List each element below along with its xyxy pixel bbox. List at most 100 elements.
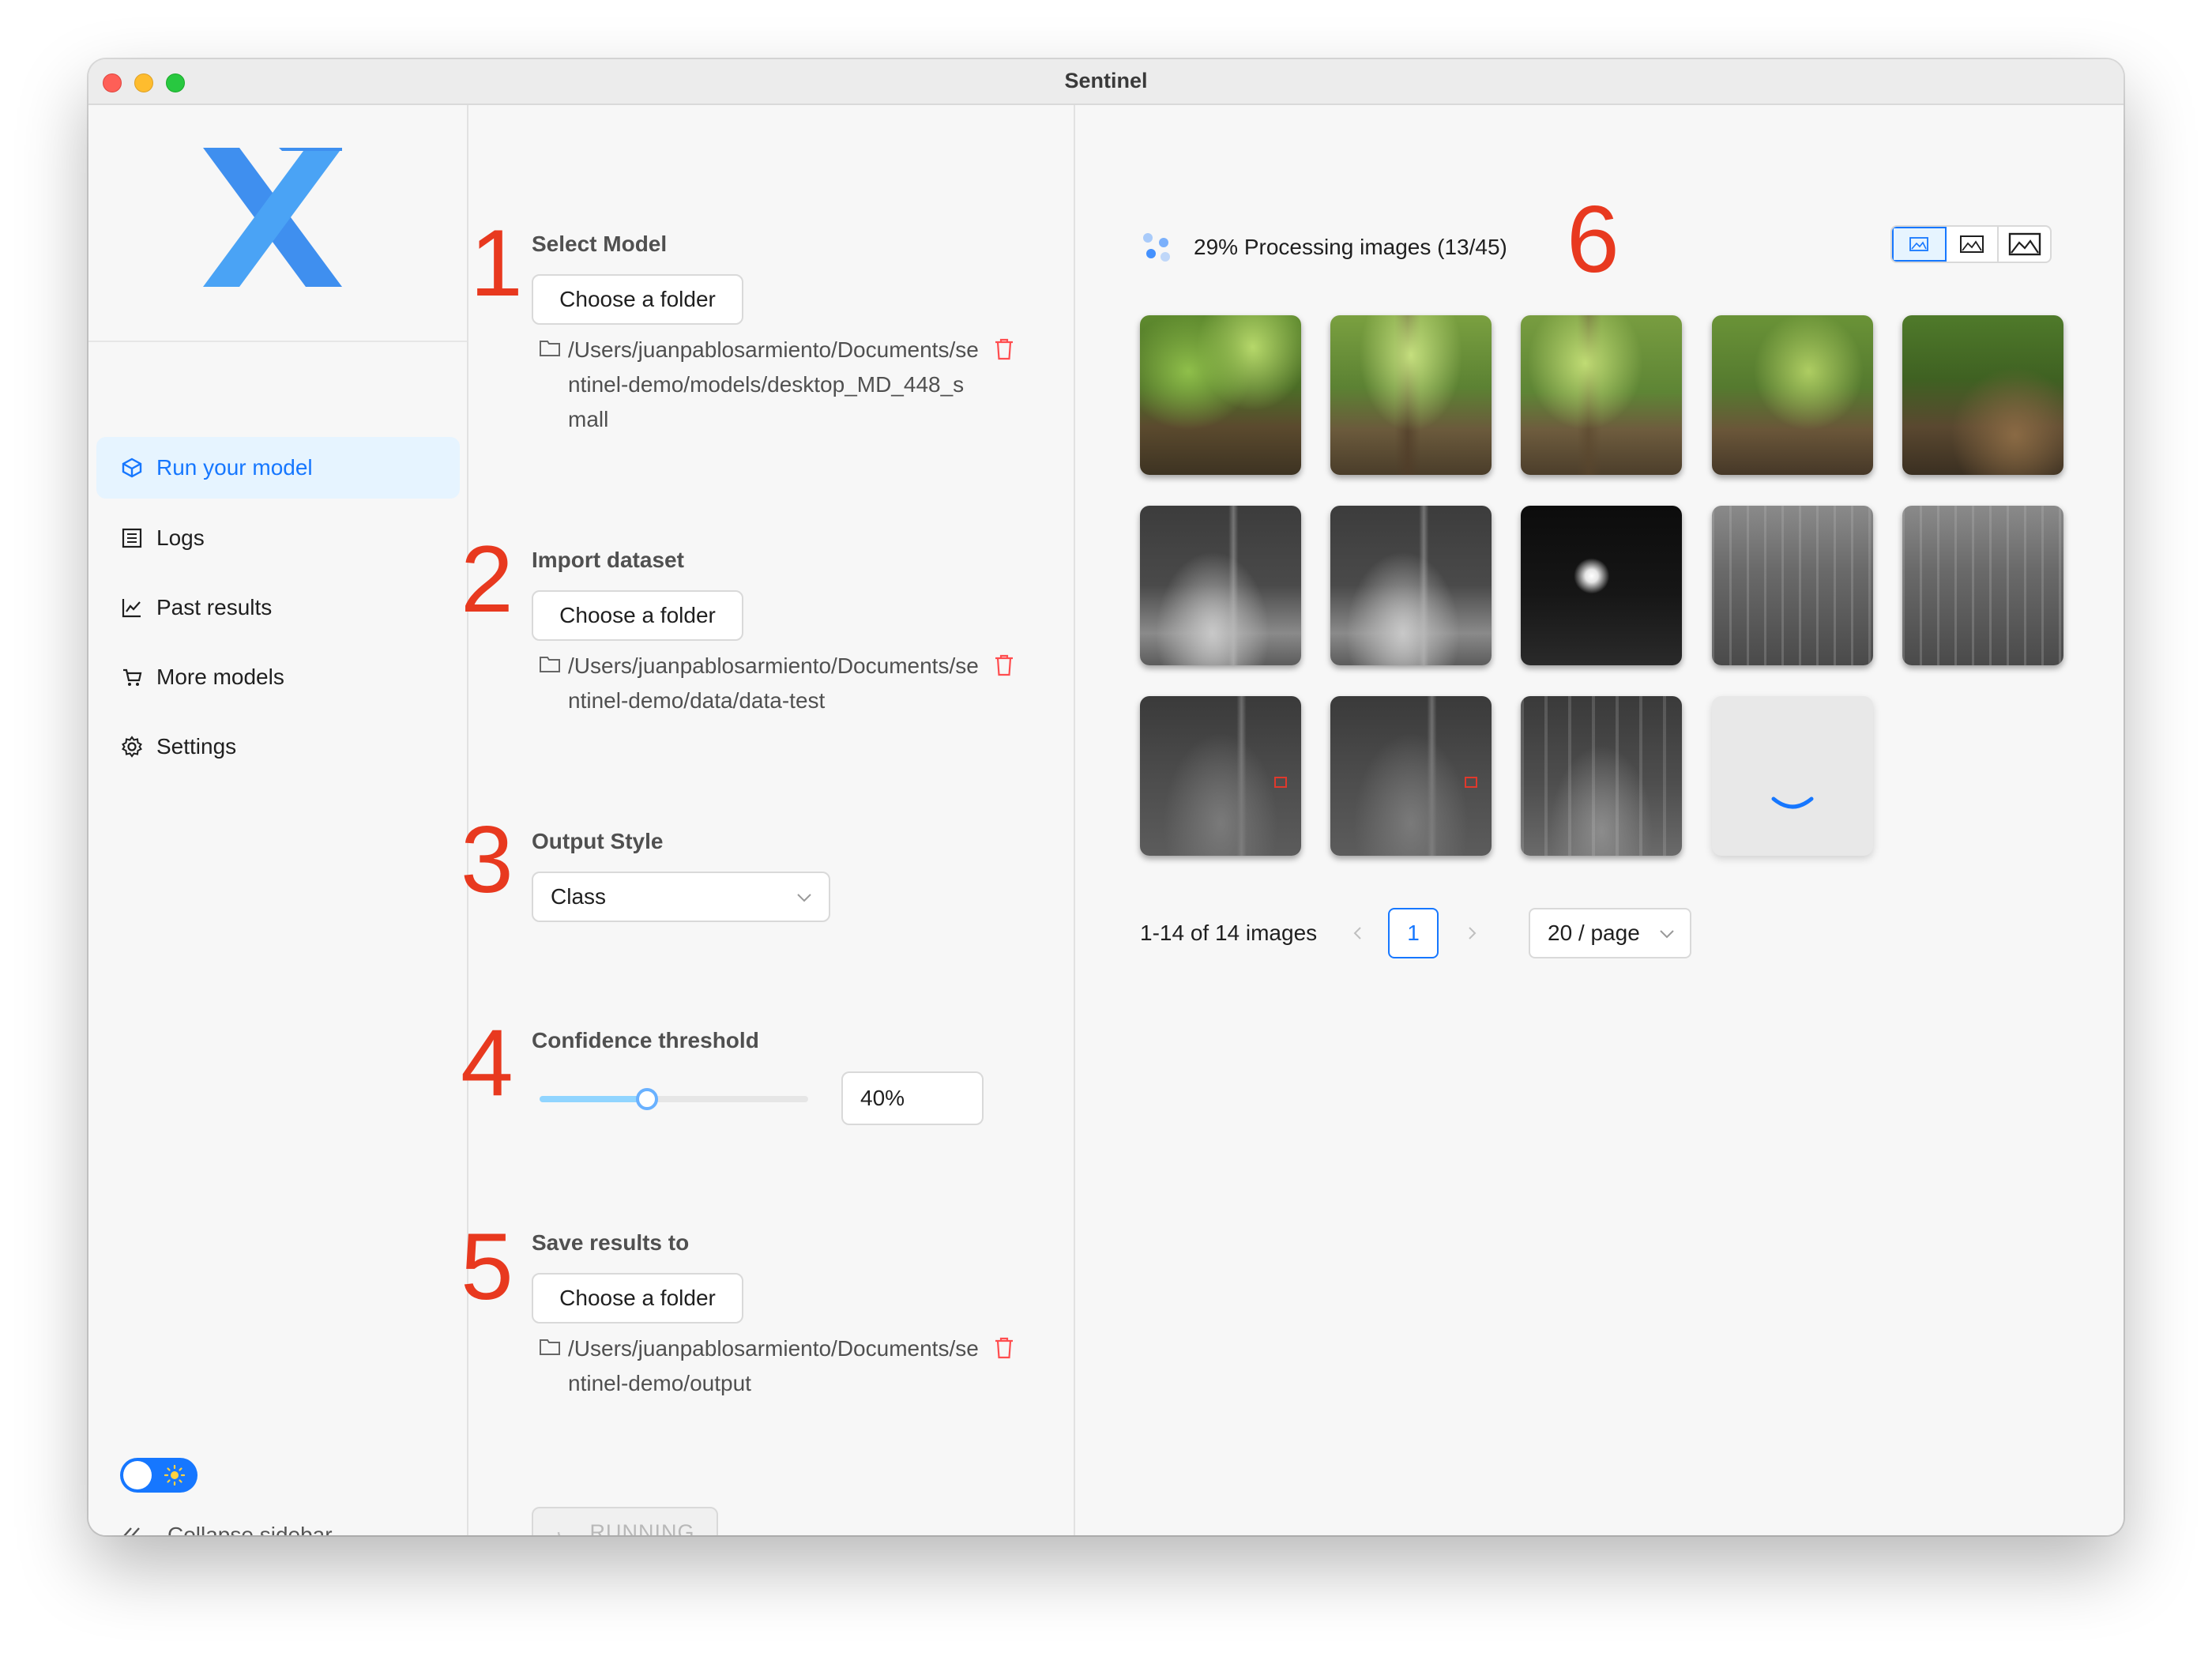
delete-dataset-path-icon[interactable] bbox=[993, 653, 1015, 677]
line-chart-icon bbox=[120, 596, 144, 619]
image-thumbnail[interactable] bbox=[1140, 506, 1301, 665]
loading-spinner-icon bbox=[557, 1531, 560, 1535]
sidebar-item-label: Past results bbox=[156, 595, 273, 619]
model-path-text: /Users/juanpablosarmiento/Documents/sent… bbox=[568, 337, 979, 431]
slider-fill bbox=[540, 1096, 647, 1102]
chevron-right-icon[interactable] bbox=[1462, 924, 1481, 943]
cube-icon bbox=[120, 456, 144, 480]
sidebar-item-label: Settings bbox=[156, 734, 237, 759]
step-number-6: 6 bbox=[1567, 186, 1620, 292]
image-thumbnail[interactable] bbox=[1330, 696, 1492, 856]
choose-model-folder-button[interactable]: Choose a folder bbox=[532, 274, 743, 325]
dataset-path-row: /Users/juanpablosarmiento/Documents/sent… bbox=[538, 649, 1028, 718]
confidence-input[interactable]: 40% bbox=[841, 1071, 984, 1125]
run-button[interactable]: RUNNING bbox=[532, 1507, 718, 1535]
sidebar-item-logs[interactable]: Logs bbox=[96, 507, 460, 569]
step-number-2: 2 bbox=[461, 526, 514, 632]
image-thumbnail[interactable] bbox=[1140, 696, 1301, 856]
title-bar: Sentinel bbox=[88, 59, 2124, 105]
output-path-row: /Users/juanpablosarmiento/Documents/sent… bbox=[538, 1331, 1028, 1401]
pagination: 1-14 of 14 images 1 20 / page bbox=[1140, 908, 1772, 958]
delete-output-path-icon[interactable] bbox=[993, 1336, 1015, 1360]
confidence-threshold-label: Confidence threshold bbox=[532, 1028, 759, 1052]
image-thumbnail[interactable] bbox=[1902, 315, 2063, 475]
theme-toggle[interactable] bbox=[120, 1458, 198, 1493]
small-image-icon bbox=[1909, 237, 1929, 251]
output-path-text: /Users/juanpablosarmiento/Documents/sent… bbox=[568, 1336, 979, 1395]
confidence-slider[interactable] bbox=[540, 1088, 808, 1110]
folder-icon bbox=[540, 657, 560, 672]
sun-icon bbox=[164, 1465, 185, 1485]
sidebar-item-run-your-model[interactable]: Run your model bbox=[96, 437, 460, 499]
chevron-left-icon[interactable] bbox=[1349, 924, 1367, 943]
collapse-sidebar-button[interactable]: Collapse sidebar bbox=[120, 1523, 333, 1535]
detection-bounding-box bbox=[1274, 777, 1287, 788]
image-thumbnail[interactable] bbox=[1521, 696, 1682, 856]
results-panel: 6 29% Processing images (13/45) 1-14 of … bbox=[1077, 105, 2124, 1535]
choose-output-folder-button[interactable]: Choose a folder bbox=[532, 1273, 743, 1324]
sidebar-item-past-results[interactable]: Past results bbox=[96, 577, 460, 638]
sidebar-item-label: More models bbox=[156, 665, 284, 689]
step-number-5: 5 bbox=[461, 1214, 514, 1320]
log-list-icon bbox=[120, 526, 144, 550]
pagination-total: 1-14 of 14 images bbox=[1140, 921, 1318, 945]
sidebar-item-settings[interactable]: Settings bbox=[96, 716, 460, 778]
sidebar-item-more-models[interactable]: More models bbox=[96, 646, 460, 708]
select-model-label: Select Model bbox=[532, 232, 668, 256]
gear-icon bbox=[120, 735, 144, 759]
image-thumbnail[interactable] bbox=[1521, 315, 1682, 475]
collapse-sidebar-label: Collapse sidebar bbox=[167, 1523, 333, 1535]
image-thumbnail[interactable] bbox=[1140, 315, 1301, 475]
app-window: Sentinel Run your model Logs Past result… bbox=[88, 59, 2124, 1535]
view-large-button[interactable] bbox=[1999, 227, 2050, 262]
view-medium-button[interactable] bbox=[1947, 227, 1999, 262]
sidebar-item-label: Logs bbox=[156, 525, 205, 550]
view-size-toggle bbox=[1890, 225, 2052, 263]
import-dataset-label: Import dataset bbox=[532, 548, 684, 572]
output-style-label: Output Style bbox=[532, 829, 664, 853]
logo-area bbox=[88, 105, 467, 342]
step-number-1: 1 bbox=[470, 210, 523, 316]
chevron-down-icon bbox=[1660, 930, 1674, 939]
image-thumbnail[interactable] bbox=[1330, 315, 1492, 475]
step-number-4: 4 bbox=[461, 1010, 514, 1116]
page-size-value: 20 / page bbox=[1548, 921, 1640, 945]
detection-bounding-box bbox=[1465, 777, 1477, 788]
folder-icon bbox=[540, 1339, 560, 1355]
medium-image-icon bbox=[1960, 235, 1984, 253]
image-thumbnail[interactable] bbox=[1712, 315, 1873, 475]
step-number-3: 3 bbox=[461, 807, 514, 913]
loading-spinner-icon bbox=[1771, 796, 1814, 809]
page-1-button[interactable]: 1 bbox=[1388, 908, 1439, 958]
toggle-knob bbox=[123, 1461, 152, 1489]
page-size-select[interactable]: 20 / page bbox=[1529, 908, 1691, 958]
delete-model-path-icon[interactable] bbox=[993, 337, 1015, 361]
model-path-row: /Users/juanpablosarmiento/Documents/sent… bbox=[538, 333, 1028, 437]
double-chevron-left-icon bbox=[123, 1527, 140, 1535]
run-button-label: RUNNING bbox=[589, 1519, 695, 1536]
sidebar-item-label: Run your model bbox=[156, 455, 313, 480]
view-small-button[interactable] bbox=[1892, 227, 1947, 262]
folder-icon bbox=[540, 341, 560, 356]
sidebar: Run your model Logs Past results More mo… bbox=[88, 105, 468, 1535]
output-style-value: Class bbox=[551, 884, 607, 909]
dataset-path-text: /Users/juanpablosarmiento/Documents/sent… bbox=[568, 653, 979, 713]
cart-icon bbox=[120, 665, 144, 689]
large-image-icon bbox=[2008, 232, 2041, 256]
save-results-label: Save results to bbox=[532, 1230, 690, 1255]
image-thumbnail[interactable] bbox=[1902, 506, 2063, 665]
app-logo-icon bbox=[203, 148, 342, 287]
image-thumbnail[interactable] bbox=[1521, 506, 1682, 665]
chevron-down-icon bbox=[797, 894, 811, 902]
slider-handle[interactable] bbox=[636, 1088, 658, 1110]
configuration-panel: 1 Select Model Choose a folder /Users/ju… bbox=[461, 105, 1075, 1535]
window-title: Sentinel bbox=[1064, 69, 1148, 92]
image-thumbnail[interactable] bbox=[1712, 506, 1873, 665]
image-loading-placeholder bbox=[1712, 696, 1873, 856]
image-thumbnail[interactable] bbox=[1330, 506, 1492, 665]
progress-text: 29% Processing images (13/45) bbox=[1194, 235, 1507, 259]
output-style-select[interactable]: Class bbox=[532, 872, 830, 922]
processing-dots-icon bbox=[1140, 230, 1175, 265]
progress-status: 29% Processing images (13/45) bbox=[1140, 230, 1507, 265]
choose-dataset-folder-button[interactable]: Choose a folder bbox=[532, 590, 743, 641]
